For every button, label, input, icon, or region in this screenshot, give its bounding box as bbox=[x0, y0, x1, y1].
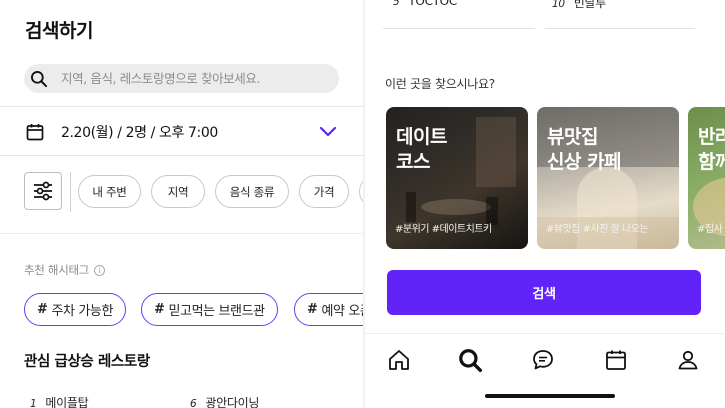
rank-number: 6 bbox=[190, 398, 197, 408]
card-subtitle: #분위기 #데이트치트키 bbox=[395, 224, 492, 235]
hashtag-label: 주차 가능한 bbox=[51, 304, 114, 319]
card-title: 반려 함께 bbox=[698, 126, 725, 173]
search-icon bbox=[459, 349, 483, 373]
divider bbox=[0, 155, 363, 156]
tab-search[interactable] bbox=[457, 347, 483, 373]
theme-card[interactable]: 뷰맛집 신상 카페 #뷰맛집 #사진 잘 나오는 bbox=[537, 107, 679, 249]
calendar-icon bbox=[606, 350, 626, 370]
theme-card[interactable]: 데이트 코스 #분위기 #데이트치트키 bbox=[386, 107, 528, 249]
hash-icon: # bbox=[307, 302, 318, 317]
divider bbox=[0, 233, 363, 234]
sliders-icon bbox=[34, 181, 52, 201]
chip-food-type[interactable]: 음식 종류 bbox=[215, 175, 289, 208]
home-icon bbox=[389, 350, 409, 370]
card-title: 데이트 코스 bbox=[396, 126, 447, 173]
rank-number: 10 bbox=[552, 0, 565, 10]
hash-icon: # bbox=[154, 302, 165, 317]
rank-number: 1 bbox=[30, 398, 37, 408]
filter-row: 내 주변 지역 음식 종류 가격 bbox=[0, 170, 363, 214]
tab-chat[interactable] bbox=[530, 347, 556, 373]
search-button[interactable]: 검색 bbox=[387, 270, 701, 315]
tab-profile[interactable] bbox=[675, 347, 701, 373]
restaurant-name: 빈달루 bbox=[573, 0, 607, 10]
chat-icon bbox=[533, 350, 553, 370]
profile-icon bbox=[678, 350, 698, 370]
search-icon bbox=[31, 70, 48, 87]
hashtag-chip[interactable]: # 예약 오픈 bbox=[294, 293, 363, 326]
list-item[interactable]: 10 빈달루 bbox=[552, 0, 606, 11]
search-screen-left: 검색하기 2.20(월) / 2명 / 오후 7:00 bbox=[0, 0, 363, 408]
hashtag-section-label: 추천 해시태그 bbox=[24, 263, 90, 277]
chip-region[interactable]: 지역 bbox=[151, 175, 205, 208]
tab-home[interactable] bbox=[386, 347, 412, 373]
card-title: 뷰맛집 신상 카페 bbox=[547, 126, 622, 173]
rank-number: 5 bbox=[393, 0, 400, 8]
restaurant-name: 메이플탑 bbox=[45, 396, 89, 408]
hot-restaurants-title: 관심 급상승 레스토랑 bbox=[24, 354, 150, 370]
theme-card[interactable]: 반려 함께 #집사 bbox=[688, 107, 725, 249]
calendar-icon bbox=[26, 124, 44, 141]
search-screen-right: 5 TOCTOC 10 빈달루 이런 곳을 찾으시나요? 데이트 코스 #분위기 #… bbox=[365, 0, 725, 408]
list-item[interactable]: 1 메이플탑 bbox=[30, 394, 89, 408]
info-icon[interactable]: i bbox=[94, 264, 106, 276]
date-party-text: 2.20(월) / 2명 / 오후 7:00 bbox=[61, 125, 218, 141]
chevron-down-icon[interactable] bbox=[318, 125, 338, 139]
hashtag-chip[interactable]: # 믿고먹는 브랜드관 bbox=[141, 293, 278, 326]
search-input[interactable] bbox=[61, 71, 321, 86]
filter-settings-button[interactable] bbox=[24, 172, 62, 210]
chip-price[interactable]: 가격 bbox=[299, 175, 349, 208]
page-title: 검색하기 bbox=[25, 20, 93, 42]
list-item[interactable]: 5 TOCTOC bbox=[393, 0, 457, 8]
date-party-selector[interactable]: 2.20(월) / 2명 / 오후 7:00 bbox=[0, 107, 363, 155]
list-item[interactable]: 6 광안다이닝 bbox=[190, 394, 259, 408]
hashtag-chip[interactable]: # 주차 가능한 bbox=[24, 293, 127, 326]
card-subtitle: #뷰맛집 #사진 잘 나오는 bbox=[546, 224, 649, 235]
restaurant-name: 광안다이닝 bbox=[205, 396, 260, 408]
hashtag-label: 예약 오픈 bbox=[321, 304, 364, 319]
divider bbox=[70, 172, 71, 212]
tab-reservations[interactable] bbox=[603, 347, 629, 373]
hash-icon: # bbox=[37, 302, 48, 317]
search-bar[interactable] bbox=[24, 64, 339, 93]
card-subtitle: #집사 bbox=[697, 224, 723, 235]
home-indicator bbox=[485, 394, 615, 398]
restaurant-name: TOCTOC bbox=[408, 0, 457, 8]
divider bbox=[545, 28, 695, 29]
chip-nearby[interactable]: 내 주변 bbox=[78, 175, 141, 208]
hashtag-label: 믿고먹는 브랜드관 bbox=[168, 304, 266, 319]
divider bbox=[383, 28, 535, 29]
hashtag-section-header: 추천 해시태그 i bbox=[24, 262, 106, 278]
recommendation-title: 이런 곳을 찾으시나요? bbox=[385, 77, 495, 91]
